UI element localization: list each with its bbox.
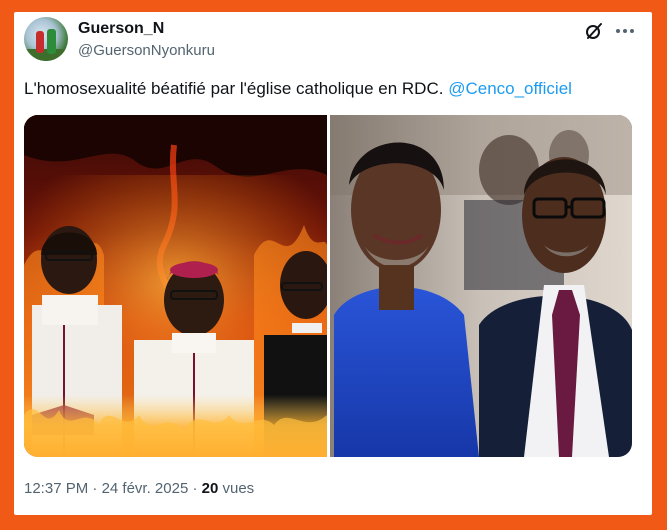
meta-separator: ·	[92, 480, 98, 497]
media-image	[24, 115, 632, 457]
tweet-date[interactable]: 24 févr. 2025	[102, 480, 189, 497]
more-icon[interactable]	[614, 21, 636, 41]
views-count: 20	[201, 480, 219, 497]
views-label: vues	[222, 480, 255, 497]
tweet-card: Guerson_N @GuersonNyonkuru L'homosexuali…	[14, 12, 652, 515]
tweet-media[interactable]	[24, 115, 632, 457]
author-handle[interactable]: @GuersonNyonkuru	[78, 42, 215, 59]
mention-link[interactable]: @Cenco_officiel	[448, 79, 572, 98]
author-name[interactable]: Guerson_N	[78, 20, 164, 38]
grok-icon[interactable]	[584, 21, 604, 41]
tweet-text: L'homosexualité béatifié par l'église ca…	[24, 79, 572, 99]
author-avatar[interactable]	[24, 17, 68, 61]
meta-separator-2: ·	[192, 480, 198, 497]
tweet-meta: 12:37 PM · 24 févr. 2025 · 20 vues	[24, 480, 254, 497]
tweet-body: L'homosexualité béatifié par l'église ca…	[24, 79, 444, 98]
tweet-time[interactable]: 12:37 PM	[24, 480, 88, 497]
